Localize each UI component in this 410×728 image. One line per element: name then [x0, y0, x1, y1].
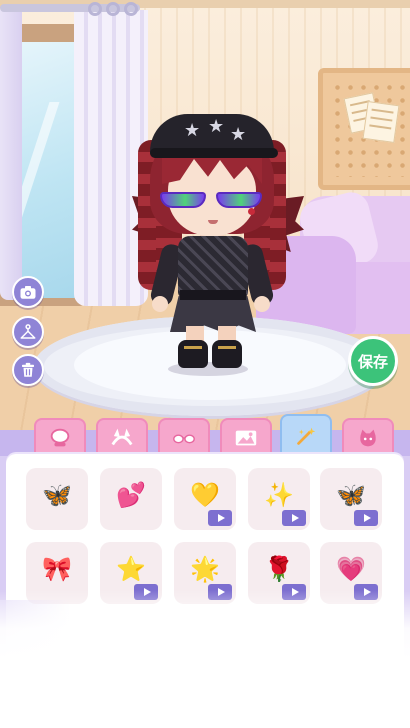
star-icon: ★ [184, 120, 201, 141]
boot-left [178, 340, 208, 368]
effect-item[interactable]: 💕 [100, 468, 162, 530]
video-ad-icon [282, 510, 306, 526]
shield-sunglasses [160, 192, 264, 210]
tab-mirror[interactable] [34, 418, 86, 458]
colorful-stars-icon: 🌟 [190, 555, 220, 583]
curtain-ring [124, 2, 138, 16]
magic-wand-icon [297, 427, 316, 445]
effect-item[interactable]: 🦋 [320, 468, 382, 530]
trash-icon [22, 362, 34, 377]
note-paper [362, 100, 400, 144]
rainbow-stars-icon: ⭐ [116, 555, 146, 583]
tab-headband[interactable] [96, 418, 148, 458]
effect-item[interactable]: 🦋 [26, 468, 88, 530]
boot-right [212, 340, 242, 368]
red-rose-icon: 🌹 [264, 555, 294, 583]
hanger-icon [20, 324, 36, 339]
cap-brim [150, 148, 278, 158]
music-bow-icon: 🎀 [42, 555, 72, 583]
headband-icon [111, 428, 133, 446]
trash-button[interactable] [12, 354, 44, 386]
butterflies-icon: 🦋 [42, 481, 72, 509]
curtain-left [0, 10, 22, 300]
mirror-icon [50, 428, 70, 447]
star-icon: ★ [230, 124, 247, 145]
hanger-button[interactable] [12, 316, 44, 348]
hand-right [254, 296, 270, 312]
save-button[interactable]: 保存 [348, 336, 398, 386]
sparkle-stars-icon: ✨ [264, 481, 294, 509]
curtain-ring [88, 2, 102, 16]
pet-cat-icon [360, 429, 376, 447]
video-ad-icon [354, 510, 378, 526]
category-tabs [16, 414, 410, 458]
lens-right [216, 192, 262, 208]
heart-bubbles-icon: 💗 [336, 555, 366, 583]
belt [180, 290, 246, 300]
bottom-fade-overlay [0, 590, 410, 728]
lens-left [160, 192, 206, 208]
glasses-icon [173, 434, 195, 444]
tab-background[interactable] [220, 418, 272, 458]
tab-glasses[interactable] [158, 418, 210, 458]
cork-board [318, 68, 410, 190]
camera-icon [20, 286, 36, 299]
background-image-icon [235, 430, 257, 446]
effect-item[interactable]: ✨ [248, 468, 310, 530]
camera-button[interactable] [12, 276, 44, 308]
tab-effects[interactable] [280, 414, 332, 458]
effect-item[interactable]: 💛 [174, 468, 236, 530]
curtain-ring [106, 2, 120, 16]
blue-butterflies-icon: 🦋 [336, 481, 366, 509]
hearts-icon: 💕 [116, 481, 146, 509]
lace-top [178, 236, 248, 298]
earring [248, 208, 255, 215]
tab-pet[interactable] [342, 418, 394, 458]
star-icon: ★ [208, 116, 225, 137]
layered-skirt [170, 296, 256, 332]
dressup-character[interactable]: ★ ★ ★ [120, 100, 320, 380]
video-ad-icon [208, 510, 232, 526]
pastel-hearts-icon: 💛 [190, 481, 220, 509]
hand-left [152, 296, 168, 312]
